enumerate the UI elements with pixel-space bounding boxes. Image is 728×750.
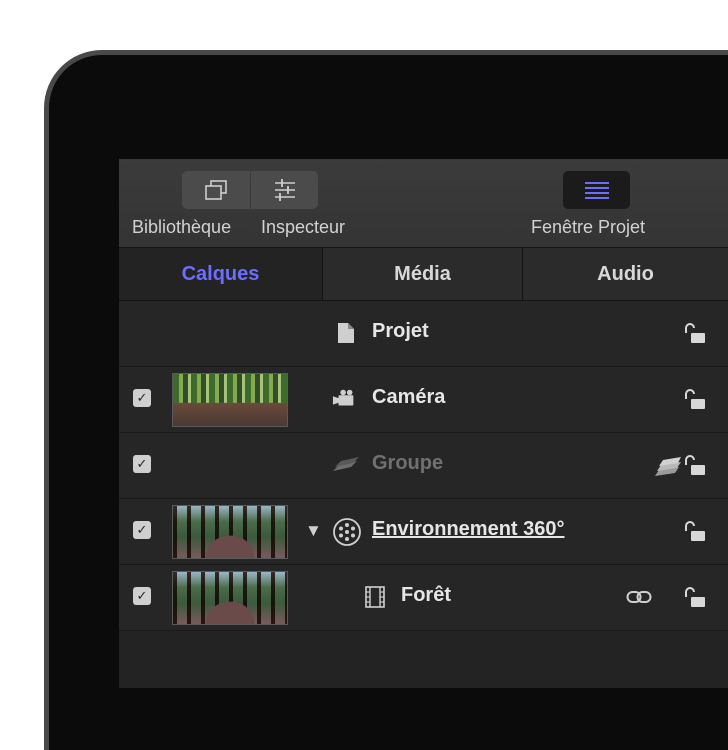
layer-row-group[interactable]: ✓ Groupe <box>119 433 728 499</box>
layer-thumbnail <box>172 505 288 559</box>
unlock-icon[interactable] <box>683 321 709 347</box>
tab-bar: Calques Média Audio <box>119 248 728 301</box>
tab-audio[interactable]: Audio <box>522 248 728 300</box>
film-icon <box>362 584 388 610</box>
group-layers-icon <box>333 452 359 478</box>
layer-visibility-checkbox[interactable]: ✓ <box>133 587 151 605</box>
app-window: Bibliothèque Inspecteur Fenêtre Projet C… <box>119 159 728 688</box>
stack-icon <box>655 457 681 476</box>
layer-name: Groupe <box>372 452 444 474</box>
layer-row-project[interactable]: Projet <box>119 301 728 367</box>
unlock-icon[interactable] <box>683 519 709 545</box>
layer-name: Caméra <box>372 386 446 408</box>
library-button[interactable] <box>182 171 250 209</box>
layer-thumbnail <box>172 373 288 427</box>
inspector-label: Inspecteur <box>261 217 346 237</box>
link-icon[interactable] <box>626 589 652 605</box>
document-icon <box>333 320 359 346</box>
layer-row-forest[interactable]: ✓ Forêt <box>119 565 728 631</box>
360-environment-icon <box>332 517 362 547</box>
sliders-icon <box>274 179 295 201</box>
unlock-icon[interactable] <box>683 387 709 413</box>
tab-media[interactable]: Média <box>322 248 522 300</box>
tab-layers[interactable]: Calques <box>119 248 322 300</box>
camera-icon <box>332 386 358 412</box>
layer-row-360-environment[interactable]: ✓ ▼ Environnement 360° <box>119 499 728 565</box>
layer-name: Forêt <box>401 584 451 606</box>
layer-visibility-checkbox[interactable]: ✓ <box>133 389 151 407</box>
toolbar: Bibliothèque Inspecteur Fenêtre Projet <box>119 159 728 248</box>
inspector-button[interactable] <box>251 171 318 209</box>
layer-visibility-checkbox[interactable]: ✓ <box>133 455 151 473</box>
list-icon <box>584 182 609 199</box>
unlock-icon[interactable] <box>683 453 709 479</box>
project-window-label: Fenêtre Projet <box>531 217 646 237</box>
layer-row-camera[interactable]: ✓ Caméra <box>119 367 728 433</box>
layer-name: Environnement 360° <box>372 518 565 540</box>
layer-thumbnail <box>172 571 288 625</box>
project-window-button[interactable] <box>563 171 630 209</box>
library-icon <box>205 180 227 200</box>
layers-list: Projet ✓ Caméra ✓ Groupe ✓ ▼ Environneme… <box>119 301 728 631</box>
library-label: Bibliothèque <box>132 217 232 237</box>
unlock-icon[interactable] <box>683 585 709 611</box>
disclosure-triangle-icon[interactable]: ▼ <box>305 521 322 541</box>
layer-name: Projet <box>372 320 429 342</box>
layer-visibility-checkbox[interactable]: ✓ <box>133 521 151 539</box>
